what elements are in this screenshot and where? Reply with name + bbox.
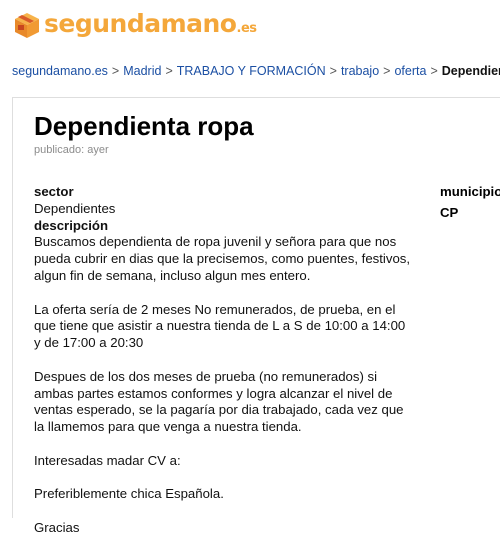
ad-location: municipio CP (440, 184, 500, 222)
box-logo-icon[interactable] (12, 10, 42, 40)
breadcrumb-separator: > (111, 64, 120, 78)
breadcrumb-link-type[interactable]: oferta (394, 64, 426, 78)
breadcrumb-link-subcategory[interactable]: trabajo (341, 64, 379, 78)
site-header: segundamano.es (0, 0, 500, 58)
logo-suffix-text: .es (236, 21, 258, 36)
description-paragraph: La oferta sería de 2 meses No remunerado… (34, 301, 406, 351)
logo-main-text: segundamano (44, 9, 237, 38)
ad-panel: Dependienta ropa publicado: ayer sector … (12, 97, 500, 535)
ad-published-date: publicado: ayer (34, 144, 109, 156)
description-label: descripción (34, 217, 109, 233)
breadcrumb-separator: > (329, 64, 337, 78)
description-paragraph: Buscamos dependienta de ropa juvenil y s… (34, 234, 411, 283)
breadcrumb-current: Dependienta ropa (441, 64, 500, 78)
ad-title: Dependienta ropa (34, 111, 254, 141)
description-paragraph: Interesadas madar CV a: (34, 452, 181, 468)
site-logo[interactable]: segundamano.es (44, 9, 257, 44)
description-paragraph: Gracias (34, 519, 80, 535)
municipio-label: municipio (440, 184, 500, 199)
breadcrumb: segundamano.es > Madrid > TRABAJO Y FORMACIÓ… (12, 62, 500, 80)
cp-label: CP (440, 204, 459, 220)
description-paragraph: Despues de los dos meses de prueba (no r… (34, 368, 404, 435)
breadcrumb-separator: > (383, 64, 391, 78)
breadcrumb-separator: > (430, 64, 438, 78)
sector-value: Dependientes (34, 200, 116, 216)
breadcrumb-link-region[interactable]: Madrid (123, 64, 161, 78)
ad-details: sector Dependientes descripción Buscamos… (34, 184, 414, 554)
breadcrumb-link-category[interactable]: TRABAJO Y FORMACIÓN (177, 64, 326, 78)
sector-label: sector (34, 184, 74, 199)
breadcrumb-separator: > (165, 64, 173, 78)
breadcrumb-link-home[interactable]: segundamano.es (12, 64, 108, 78)
